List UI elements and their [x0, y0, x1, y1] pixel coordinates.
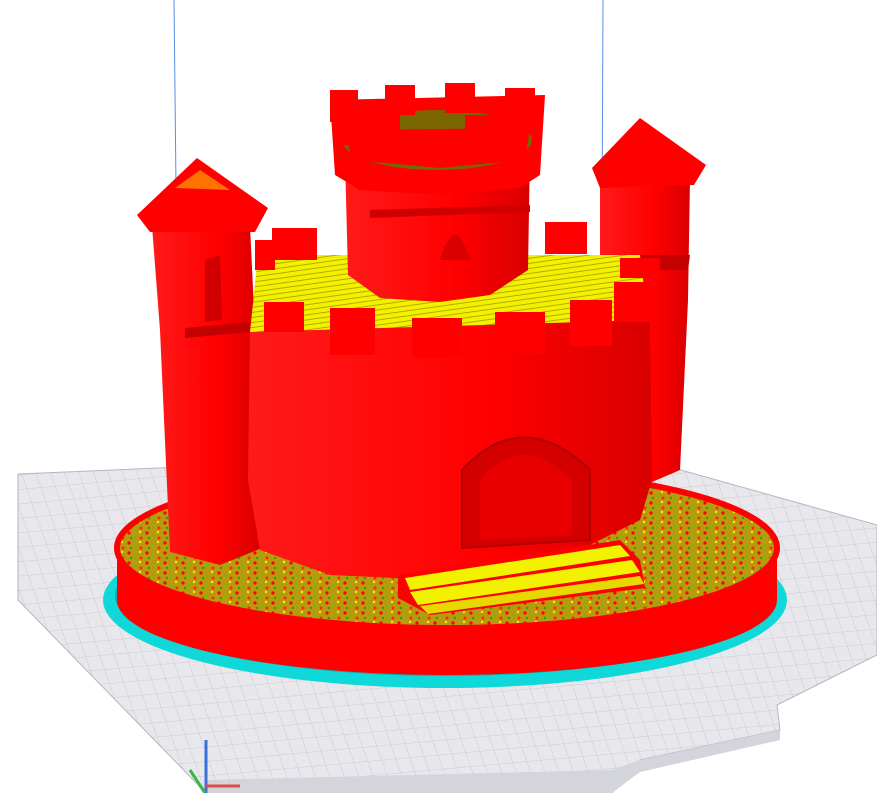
layer-view-scene[interactable] — [0, 0, 877, 793]
3d-viewport[interactable] — [0, 0, 877, 793]
central-keep — [330, 83, 545, 302]
castle-door — [461, 436, 591, 550]
